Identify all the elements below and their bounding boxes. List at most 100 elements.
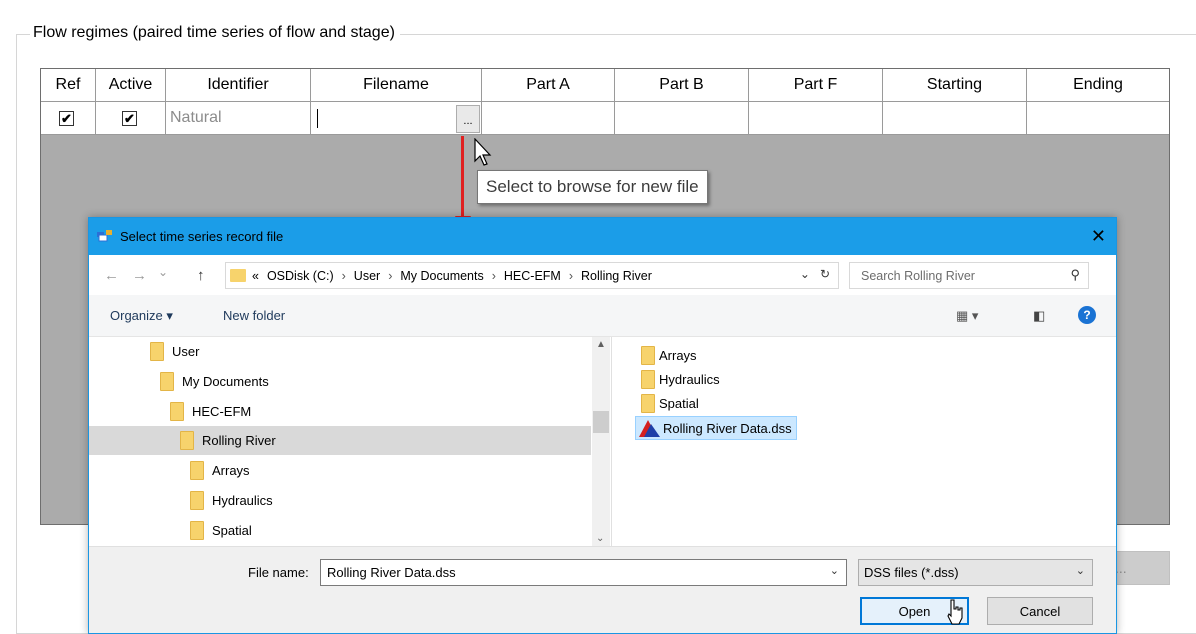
file-item-arrays[interactable]: Arrays <box>641 343 697 367</box>
scroll-down-icon[interactable]: ⌄ <box>596 533 604 544</box>
background-button: ... <box>1110 551 1170 585</box>
file-name-label: File name: <box>248 565 309 580</box>
tree-item-hydraulics[interactable]: Hydraulics <box>190 486 273 515</box>
dialog-title: Select time series record file <box>120 229 284 244</box>
dialog-titlebar[interactable]: Select time series record file ✕ <box>89 218 1116 255</box>
recent-locations-icon[interactable]: ⌄ <box>158 265 168 279</box>
folder-icon <box>170 402 184 421</box>
file-list: Arrays Hydraulics Spatial Rolling River … <box>613 337 1116 546</box>
file-name-input[interactable]: Rolling River Data.dss ⌄ <box>320 559 847 586</box>
forward-arrow-icon[interactable]: → <box>132 267 147 284</box>
preview-pane-icon[interactable]: ◧ <box>1033 308 1045 324</box>
part-a-cell[interactable] <box>482 102 615 134</box>
part-f-cell[interactable] <box>749 102 883 134</box>
tree-item-label: My Documents <box>182 374 269 389</box>
part-b-cell[interactable] <box>615 102 749 134</box>
organize-button[interactable]: Organize ▾ <box>110 308 173 324</box>
ending-cell[interactable] <box>1027 102 1169 134</box>
tree-item-arrays[interactable]: Arrays <box>190 456 250 485</box>
tree-item-label: User <box>172 344 200 359</box>
file-item-spatial[interactable]: Spatial <box>641 391 699 415</box>
scrollbar-thumb[interactable] <box>593 411 609 433</box>
tree-item-label: Hydraulics <box>212 493 273 508</box>
cancel-button[interactable]: Cancel <box>987 597 1093 625</box>
tooltip: Select to browse for new file <box>477 170 708 204</box>
breadcrumb-separator[interactable]: › <box>569 269 573 283</box>
breadcrumb-osdisk[interactable]: OSDisk (C:) <box>267 269 334 283</box>
address-bar-area: ← → ⌄ ↑ « OSDisk (C:) › User › My Docume… <box>89 255 1116 295</box>
tree-item-label: HEC-EFM <box>192 404 252 419</box>
tree-item-label: Rolling River <box>202 433 276 448</box>
breadcrumb-my-documents[interactable]: My Documents <box>400 269 483 283</box>
chevron-down-icon[interactable]: ⌄ <box>830 564 839 577</box>
file-item-rolling-river-data[interactable]: Rolling River Data.dss <box>635 416 797 440</box>
folder-icon <box>150 342 164 361</box>
tree-item-spatial[interactable]: Spatial <box>190 516 252 545</box>
text-caret <box>317 109 318 128</box>
search-icon[interactable]: ⚲ <box>1070 267 1080 283</box>
breadcrumb-separator[interactable]: › <box>492 269 496 283</box>
folder-icon <box>160 372 174 391</box>
tree-item-label: Spatial <box>212 523 252 538</box>
file-item-label: Hydraulics <box>659 371 720 387</box>
search-input[interactable]: Search Rolling River ⚲ <box>849 262 1089 289</box>
file-item-hydraulics[interactable]: Hydraulics <box>641 367 720 391</box>
address-dropdown-icon[interactable]: ⌄ <box>800 267 810 281</box>
close-icon[interactable]: ✕ <box>1091 226 1106 247</box>
active-cell: ✔ <box>96 102 166 134</box>
chevron-down-icon[interactable]: ⌄ <box>1076 564 1085 577</box>
breadcrumb-rolling-river[interactable]: Rolling River <box>581 269 652 283</box>
hand-pointer-icon <box>947 599 963 625</box>
breadcrumb-separator[interactable]: › <box>342 269 346 283</box>
scroll-up-icon[interactable]: ▲ <box>596 339 606 350</box>
back-arrow-icon[interactable]: ← <box>104 267 119 284</box>
change-view-icon[interactable]: ▦ ▾ <box>956 308 978 324</box>
identifier-cell[interactable]: Natural <box>166 102 311 134</box>
tree-item-my-documents[interactable]: My Documents <box>160 367 269 396</box>
starting-cell[interactable] <box>883 102 1027 134</box>
column-header-starting[interactable]: Starting <box>883 69 1027 101</box>
address-breadcrumb[interactable]: « OSDisk (C:) › User › My Documents › HE… <box>225 262 839 289</box>
active-checkbox[interactable]: ✔ <box>122 110 137 126</box>
column-header-ending[interactable]: Ending <box>1027 69 1169 101</box>
address-controls: ⌄ ↻ <box>800 267 830 281</box>
file-item-label: Spatial <box>659 395 699 411</box>
tree-item-hec-efm[interactable]: HEC-EFM <box>170 397 251 426</box>
navigation-tree: User My Documents HEC-EFM Rolling River … <box>89 337 612 546</box>
folder-icon <box>190 521 204 540</box>
dss-file-icon <box>639 420 660 437</box>
identifier-value: Natural <box>170 109 222 126</box>
column-header-identifier[interactable]: Identifier <box>166 69 311 101</box>
file-name-value: Rolling River Data.dss <box>327 565 456 580</box>
browse-button[interactable]: ... <box>456 105 480 133</box>
breadcrumb-separator[interactable]: › <box>388 269 392 283</box>
folder-icon <box>190 461 204 480</box>
dialog-toolbar: Organize ▾ New folder ▦ ▾ ◧ ? <box>89 295 1116 337</box>
column-header-part-b[interactable]: Part B <box>615 69 749 101</box>
column-header-part-f[interactable]: Part F <box>749 69 883 101</box>
tree-scrollbar[interactable]: ▲ ⌄ <box>592 337 610 546</box>
tree-item-rolling-river[interactable]: Rolling River <box>89 426 591 455</box>
search-placeholder: Search Rolling River <box>861 268 975 283</box>
help-icon[interactable]: ? <box>1078 306 1096 324</box>
folder-icon <box>190 491 204 510</box>
folder-icon <box>641 369 655 389</box>
ref-checkbox[interactable]: ✔ <box>59 110 74 126</box>
red-arrow-shaft <box>461 136 464 220</box>
column-header-filename[interactable]: Filename <box>311 69 482 101</box>
new-folder-button[interactable]: New folder <box>223 308 285 323</box>
refresh-icon[interactable]: ↻ <box>820 267 830 281</box>
folder-icon <box>641 345 655 365</box>
up-arrow-icon[interactable]: ↑ <box>197 267 205 284</box>
column-header-ref[interactable]: Ref <box>41 69 96 101</box>
file-type-select[interactable]: DSS files (*.dss) ⌄ <box>858 559 1093 586</box>
folder-icon <box>180 431 194 450</box>
tree-item-user[interactable]: User <box>150 337 199 366</box>
column-header-part-a[interactable]: Part A <box>482 69 615 101</box>
file-item-label: Arrays <box>659 347 697 363</box>
breadcrumb-overflow[interactable]: « <box>252 269 259 283</box>
breadcrumb-user[interactable]: User <box>354 269 380 283</box>
column-header-active[interactable]: Active <box>96 69 166 101</box>
filename-cell[interactable]: ... <box>311 102 482 134</box>
breadcrumb-hec-efm[interactable]: HEC-EFM <box>504 269 561 283</box>
